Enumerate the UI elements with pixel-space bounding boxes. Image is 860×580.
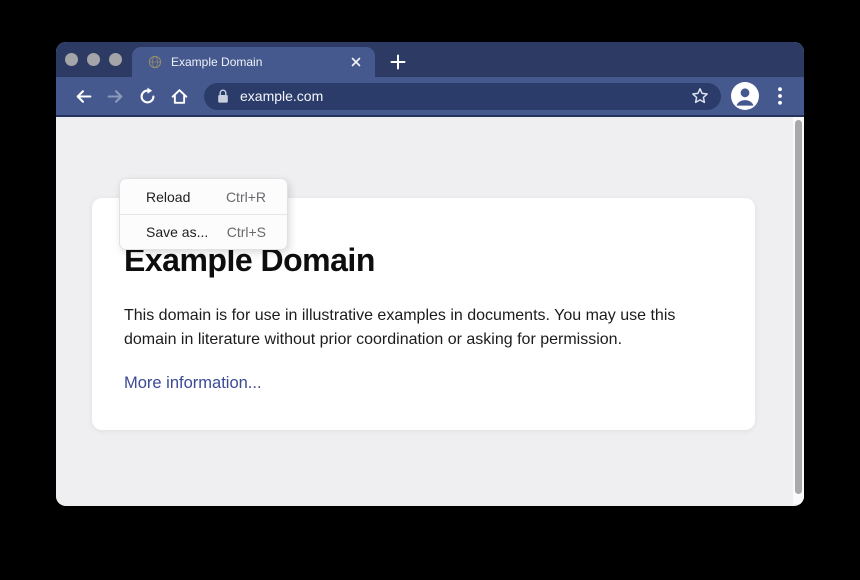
more-information-link[interactable]: More information... xyxy=(124,374,262,393)
scrollbar[interactable] xyxy=(793,117,804,504)
titlebar: Example Domain xyxy=(56,42,804,77)
arrow-right-icon xyxy=(106,87,125,106)
reload-button[interactable] xyxy=(134,83,160,109)
star-icon xyxy=(691,87,709,105)
reload-icon xyxy=(138,87,157,106)
traffic-lights xyxy=(65,53,122,66)
browser-menu-button[interactable] xyxy=(771,83,790,109)
avatar-icon xyxy=(731,82,759,110)
menu-item-shortcut: Ctrl+S xyxy=(227,224,266,240)
tab-title: Example Domain xyxy=(171,55,347,69)
new-tab-button[interactable] xyxy=(386,50,410,74)
profile-button[interactable] xyxy=(731,82,759,110)
menu-item-label: Reload xyxy=(146,189,190,205)
kebab-menu-icon xyxy=(778,87,782,105)
plus-icon xyxy=(390,54,406,70)
menu-item-label: Save as... xyxy=(146,224,208,240)
window-minimize-button[interactable] xyxy=(87,53,100,66)
page-paragraph: This domain is for use in illustrative e… xyxy=(124,304,716,352)
menu-item-reload[interactable]: Reload Ctrl+R xyxy=(120,179,287,214)
globe-icon xyxy=(148,55,162,69)
context-menu: Reload Ctrl+R Save as... Ctrl+S xyxy=(119,178,288,250)
bookmark-button[interactable] xyxy=(689,85,711,107)
home-icon xyxy=(170,87,189,106)
forward-button[interactable] xyxy=(102,83,128,109)
browser-tab[interactable]: Example Domain xyxy=(132,47,375,77)
menu-item-save-as[interactable]: Save as... Ctrl+S xyxy=(120,214,287,249)
close-icon[interactable] xyxy=(347,53,365,71)
toolbar: example.com xyxy=(56,77,804,117)
scrollbar-thumb[interactable] xyxy=(795,120,802,494)
menu-item-shortcut: Ctrl+R xyxy=(226,189,266,205)
lock-icon xyxy=(217,89,229,104)
url-text[interactable]: example.com xyxy=(240,88,689,104)
back-button[interactable] xyxy=(70,83,96,109)
page-viewport: Example Domain This domain is for use in… xyxy=(56,117,804,504)
window-zoom-button[interactable] xyxy=(109,53,122,66)
browser-window: Example Domain xyxy=(56,42,804,506)
address-bar[interactable]: example.com xyxy=(204,83,721,110)
window-close-button[interactable] xyxy=(65,53,78,66)
arrow-left-icon xyxy=(74,87,93,106)
home-button[interactable] xyxy=(166,83,192,109)
